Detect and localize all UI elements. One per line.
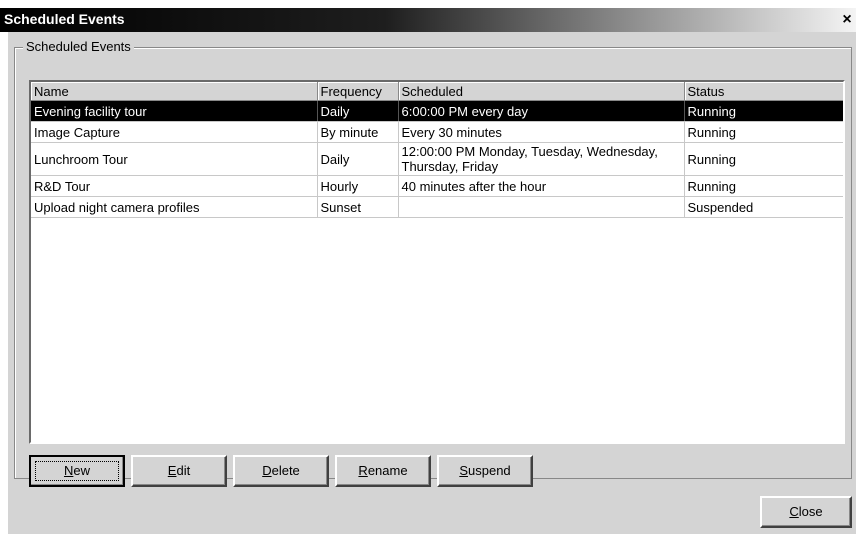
- cell-scheduled: Every 30 minutes: [398, 121, 685, 143]
- cell-scheduled: 12:00:00 PM Monday, Tuesday, Wednesday, …: [398, 142, 685, 176]
- table-row[interactable]: R&D Tour Hourly 40 minutes after the hour R…: [31, 175, 843, 197]
- close-label-rest: lose: [798, 504, 823, 519]
- column-header-name[interactable]: Name: [31, 82, 318, 101]
- delete-mnemonic: D: [262, 463, 272, 478]
- table-row[interactable]: Evening facility tour Daily 6:00:00 PM eve…: [31, 100, 843, 122]
- suspend-button[interactable]: Suspend: [437, 455, 533, 487]
- suspend-mnemonic: S: [459, 463, 468, 478]
- cell-status: Running: [684, 121, 843, 143]
- column-header-status[interactable]: Status: [684, 82, 843, 101]
- cell-status: Running: [684, 100, 843, 122]
- close-icon[interactable]: ×: [838, 8, 856, 32]
- scheduled-events-group: Scheduled Events Name Frequency Schedule…: [14, 39, 852, 487]
- cell-status: Running: [684, 142, 843, 176]
- focus-rectangle: [35, 461, 119, 481]
- rename-mnemonic: R: [358, 463, 368, 478]
- scheduled-events-window: Scheduled Events × Scheduled Events Name: [0, 0, 856, 534]
- table-row[interactable]: Image Capture By minute Every 30 minutes Ru…: [31, 121, 843, 143]
- column-header-frequency[interactable]: Frequency: [317, 82, 399, 101]
- suspend-label-rest: uspend: [468, 463, 511, 478]
- dialog-body: Scheduled Events Name Frequency Schedule…: [8, 32, 856, 534]
- edit-button[interactable]: Edit: [131, 455, 227, 487]
- new-button[interactable]: New: [29, 455, 125, 487]
- column-header-scheduled[interactable]: Scheduled: [398, 82, 685, 101]
- cell-scheduled: [398, 196, 685, 218]
- delete-button[interactable]: Delete: [233, 455, 329, 487]
- title-bar: Scheduled Events ×: [0, 8, 856, 32]
- edit-label-rest: dit: [176, 463, 191, 478]
- close-button[interactable]: Close: [760, 496, 852, 528]
- cell-name: Image Capture: [31, 121, 318, 143]
- cell-name: R&D Tour: [31, 175, 318, 197]
- delete-label-rest: elete: [271, 463, 300, 478]
- cell-status: Suspended: [684, 196, 843, 218]
- cell-frequency: Sunset: [317, 196, 399, 218]
- cell-frequency: Daily: [317, 142, 399, 176]
- cell-frequency: By minute: [317, 121, 399, 143]
- cell-name: Lunchroom Tour: [31, 142, 318, 176]
- cell-status: Running: [684, 175, 843, 197]
- table-header-row: Name Frequency Scheduled Status: [31, 82, 843, 101]
- table-row[interactable]: Lunchroom Tour Daily 12:00:00 PM Monday, T…: [31, 142, 843, 176]
- cell-name: Evening facility tour: [31, 100, 318, 122]
- rename-label-rest: ename: [367, 463, 408, 478]
- cell-scheduled: 40 minutes after the hour: [398, 175, 685, 197]
- cell-frequency: Daily: [317, 100, 399, 122]
- events-table: Name Frequency Scheduled Status Evening …: [31, 82, 843, 218]
- table-row[interactable]: Upload night camera profiles Sunset Suspen…: [31, 196, 843, 218]
- rename-button[interactable]: Rename: [335, 455, 431, 487]
- cell-name: Upload night camera profiles: [31, 196, 318, 218]
- cell-scheduled: 6:00:00 PM every day: [398, 100, 685, 122]
- window-title: Scheduled Events: [4, 11, 125, 27]
- close-mnemonic: C: [789, 504, 799, 519]
- cell-frequency: Hourly: [317, 175, 399, 197]
- events-list[interactable]: Name Frequency Scheduled Status Evening …: [29, 80, 845, 444]
- group-label: Scheduled Events: [23, 39, 134, 54]
